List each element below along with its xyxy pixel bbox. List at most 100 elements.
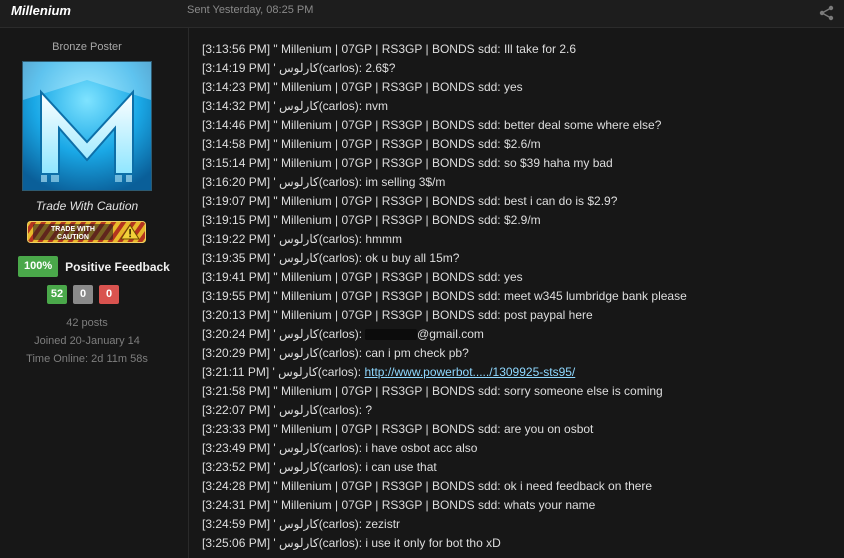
- feedback-summary[interactable]: 100% Positive Feedback: [18, 256, 170, 277]
- chat-message: [3:23:52 PM] ' كارلوس(carlos): i can use…: [202, 458, 842, 477]
- message-timestamp: [3:14:19 PM]: [202, 61, 271, 75]
- chat-message: [3:19:15 PM] " Millenium | 07GP | RS3GP …: [202, 211, 842, 230]
- message-text: ' كارلوس(carlos): hmmm: [273, 232, 403, 246]
- message-text: " Millenium | 07GP | RS3GP | BONDS sdd: …: [273, 42, 577, 56]
- chat-message: [3:14:58 PM] " Millenium | 07GP | RS3GP …: [202, 135, 842, 154]
- message-timestamp: [3:23:33 PM]: [202, 422, 271, 436]
- message-timestamp: [3:24:31 PM]: [202, 498, 271, 512]
- message-text: ' كارلوس(carlos): im selling 3$/m: [273, 175, 446, 189]
- chat-message: [3:24:28 PM] " Millenium | 07GP | RS3GP …: [202, 477, 842, 496]
- message-text: " Millenium | 07GP | RS3GP | BONDS sdd: …: [273, 498, 596, 512]
- feedback-label[interactable]: Positive Feedback: [65, 260, 170, 274]
- message-text: " Millenium | 07GP | RS3GP | BONDS sdd: …: [273, 156, 613, 170]
- message-timestamp: [3:20:24 PM]: [202, 327, 271, 341]
- message-text: " Millenium | 07GP | RS3GP | BONDS sdd: …: [273, 479, 653, 493]
- chat-message: [3:14:23 PM] " Millenium | 07GP | RS3GP …: [202, 78, 842, 97]
- author-sidebar: Bronze Poster M Trade With Caution TRADE…: [0, 28, 188, 558]
- chat-message: [3:20:24 PM] ' كارلوس(carlos): @gmail.com: [202, 325, 842, 344]
- message-link[interactable]: http://www.powerbot...../1309925-sts95/: [364, 365, 575, 379]
- message-timestamp: [3:21:58 PM]: [202, 384, 271, 398]
- message-text: ' كارلوس(carlos): i have osbot acc also: [273, 441, 478, 455]
- message-timestamp: [3:23:52 PM]: [202, 460, 271, 474]
- message-text: " Millenium | 07GP | RS3GP | BONDS sdd: …: [273, 384, 663, 398]
- message-text: " Millenium | 07GP | RS3GP | BONDS sdd: …: [273, 289, 687, 303]
- chat-message: [3:19:41 PM] " Millenium | 07GP | RS3GP …: [202, 268, 842, 287]
- chat-message: [3:19:55 PM] " Millenium | 07GP | RS3GP …: [202, 287, 842, 306]
- message-timestamp: [3:19:41 PM]: [202, 270, 271, 284]
- message-text: " Millenium | 07GP | RS3GP | BONDS sdd: …: [273, 422, 594, 436]
- message-text: " Millenium | 07GP | RS3GP | BONDS sdd: …: [273, 80, 523, 94]
- message-timestamp: [3:14:58 PM]: [202, 137, 271, 151]
- chat-message: [3:21:11 PM] ' كارلوس(carlos): http://ww…: [202, 363, 842, 382]
- chat-message: [3:23:49 PM] ' كارلوس(carlos): i have os…: [202, 439, 842, 458]
- chat-message: [3:15:14 PM] " Millenium | 07GP | RS3GP …: [202, 154, 842, 173]
- trade-badge-line2: CAUTION: [57, 234, 89, 241]
- trade-badge-line1: TRADE WITH: [51, 226, 95, 233]
- message-text: ' كارلوس(carlos): ok u buy all 15m?: [273, 251, 460, 265]
- message-timestamp: [3:20:13 PM]: [202, 308, 271, 322]
- message-text: ' كارلوس(carlos): ?: [273, 403, 373, 417]
- message-timestamp: [3:24:28 PM]: [202, 479, 271, 493]
- avatar[interactable]: M: [22, 61, 152, 191]
- chat-message: [3:23:33 PM] " Millenium | 07GP | RS3GP …: [202, 420, 842, 439]
- message-text: " Millenium | 07GP | RS3GP | BONDS sdd: …: [273, 270, 523, 284]
- message-text: ' كارلوس(carlos):: [272, 365, 365, 379]
- message-timestamp: [3:19:55 PM]: [202, 289, 271, 303]
- message-text: ' كارلوس(carlos): can i pm check pb?: [273, 346, 469, 360]
- post-header: Millenium Sent Yesterday, 08:25 PM: [0, 0, 844, 28]
- message-timestamp: [3:24:59 PM]: [202, 517, 271, 531]
- chat-message: [3:19:35 PM] ' كارلوس(carlos): ok u buy …: [202, 249, 842, 268]
- time-online: Time Online: 2d 11m 58s: [26, 353, 148, 365]
- chat-message: [3:19:22 PM] ' كارلوس(carlos): hmmm: [202, 230, 842, 249]
- message-text: " Millenium | 07GP | RS3GP | BONDS sdd: …: [273, 213, 541, 227]
- message-timestamp: [3:14:23 PM]: [202, 80, 271, 94]
- share-icon[interactable]: [818, 4, 836, 22]
- author-username[interactable]: Millenium: [11, 3, 71, 18]
- chat-message: [3:22:07 PM] ' كارلوس(carlos): ?: [202, 401, 842, 420]
- message-text: ' كارلوس(carlos): nvm: [273, 99, 389, 113]
- chat-message: [3:20:29 PM] ' كارلوس(carlos): can i pm …: [202, 344, 842, 363]
- chat-message: [3:24:31 PM] " Millenium | 07GP | RS3GP …: [202, 496, 842, 515]
- chat-message: [3:13:56 PM] " Millenium | 07GP | RS3GP …: [202, 40, 842, 59]
- neutral-count-badge[interactable]: 0: [73, 285, 93, 304]
- chat-message: [3:14:46 PM] " Millenium | 07GP | RS3GP …: [202, 116, 842, 135]
- message-timestamp: [3:19:15 PM]: [202, 213, 271, 227]
- column-divider: [188, 28, 189, 558]
- message-timestamp: [3:23:49 PM]: [202, 441, 271, 455]
- message-timestamp: [3:14:46 PM]: [202, 118, 271, 132]
- message-timestamp: [3:16:20 PM]: [202, 175, 271, 189]
- message-text: ' كارلوس(carlos): i can use that: [273, 460, 437, 474]
- chat-message: [3:24:59 PM] ' كارلوس(carlos): zezistr: [202, 515, 842, 534]
- message-text: " Millenium | 07GP | RS3GP | BONDS sdd: …: [273, 118, 662, 132]
- negative-count-badge[interactable]: 0: [99, 285, 119, 304]
- chat-message: [3:19:07 PM] " Millenium | 07GP | RS3GP …: [202, 192, 842, 211]
- message-text: ' كارلوس(carlos): i use it only for bot …: [273, 536, 501, 550]
- message-timestamp: [3:15:14 PM]: [202, 156, 271, 170]
- member-rank: Bronze Poster: [52, 41, 122, 53]
- trade-status-text: Trade With Caution: [35, 199, 139, 213]
- message-timestamp: [3:19:07 PM]: [202, 194, 271, 208]
- chat-message: [3:16:20 PM] ' كارلوس(carlos): im sellin…: [202, 173, 842, 192]
- message-text: " Millenium | 07GP | RS3GP | BONDS sdd: …: [273, 137, 541, 151]
- positive-count-badge[interactable]: 52: [47, 285, 67, 304]
- message-text: ' كارلوس(carlos):: [273, 327, 363, 341]
- chat-log: [3:13:56 PM] " Millenium | 07GP | RS3GP …: [202, 40, 842, 553]
- email-suffix: @gmail.com: [417, 327, 484, 341]
- post-count: 42 posts: [66, 317, 108, 329]
- message-timestamp: [3:22:07 PM]: [202, 403, 271, 417]
- message-timestamp: [3:21:11 PM]: [202, 365, 270, 379]
- chat-message: [3:20:13 PM] " Millenium | 07GP | RS3GP …: [202, 306, 842, 325]
- message-timestamp: [3:19:22 PM]: [202, 232, 271, 246]
- message-timestamp: [3:13:56 PM]: [202, 42, 271, 56]
- trade-caution-badge: TRADE WITH CAUTION: [27, 221, 146, 243]
- sent-timestamp: Sent Yesterday, 08:25 PM: [187, 4, 314, 16]
- message-text: " Millenium | 07GP | RS3GP | BONDS sdd: …: [273, 194, 618, 208]
- chat-message: [3:21:58 PM] " Millenium | 07GP | RS3GP …: [202, 382, 842, 401]
- message-timestamp: [3:25:06 PM]: [202, 536, 271, 550]
- chat-message: [3:25:06 PM] ' كارلوس(carlos): i use it …: [202, 534, 842, 553]
- feedback-counts: 52 0 0: [47, 285, 119, 304]
- feedback-percent-badge[interactable]: 100%: [18, 256, 59, 277]
- message-timestamp: [3:20:29 PM]: [202, 346, 271, 360]
- message-timestamp: [3:14:32 PM]: [202, 99, 271, 113]
- message-text: ' كارلوس(carlos): zezistr: [273, 517, 401, 531]
